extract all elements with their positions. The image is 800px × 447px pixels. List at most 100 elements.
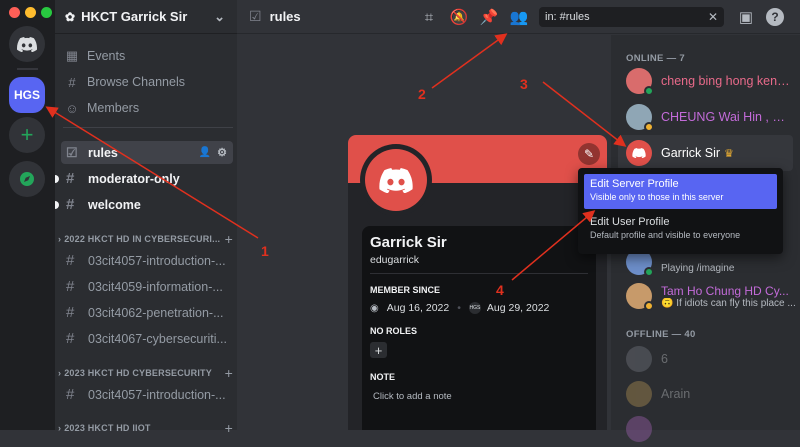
status-online-icon: [644, 86, 654, 96]
add-channel-icon[interactable]: +: [225, 231, 233, 247]
edit-profile-pencil-icon[interactable]: ✎: [578, 143, 600, 165]
server-icon-hgs[interactable]: HGS: [9, 77, 45, 113]
mute-bell-icon[interactable]: 🔕: [450, 8, 469, 26]
channel-label: 03cit4067-cybersecuriti...: [88, 331, 227, 346]
category-2023-cybersecurity[interactable]: › 2023 HKCT HD CYBERSECURITY +: [58, 365, 233, 381]
inbox-icon[interactable]: ▣: [737, 8, 755, 26]
avatar: [626, 381, 652, 407]
category-label: 2023 HKCT HD CYBERSECURITY: [64, 368, 212, 378]
zoom-window-button[interactable]: [41, 7, 52, 18]
direct-messages-button[interactable]: [9, 26, 45, 62]
channel-label: 03cit4059-information-...: [88, 279, 223, 294]
status-online-icon: [644, 267, 654, 277]
member-since-label: MEMBER SINCE: [370, 285, 441, 295]
server-header[interactable]: ✿ HKCT Garrick Sir ⌄: [55, 0, 237, 34]
add-channel-icon[interactable]: +: [225, 420, 233, 436]
member-row[interactable]: [618, 411, 793, 447]
rules-channel-icon: ☑: [66, 144, 78, 160]
member-row[interactable]: Arain: [618, 376, 793, 412]
close-window-button[interactable]: [9, 7, 20, 18]
member-list-icon[interactable]: 👥: [510, 8, 529, 26]
no-roles-label: NO ROLES: [370, 326, 418, 336]
help-icon[interactable]: ?: [766, 8, 784, 26]
add-server-button[interactable]: +: [9, 117, 45, 153]
channel-label: 03cit4062-penetration-...: [88, 305, 224, 320]
rail-divider: [17, 68, 38, 70]
search-query: in: #rules: [545, 11, 590, 23]
add-channel-icon[interactable]: +: [225, 365, 233, 381]
add-role-button[interactable]: +: [370, 342, 387, 358]
pinned-messages-icon[interactable]: 📌: [480, 8, 499, 26]
avatar: [626, 68, 654, 96]
chevron-down-icon: ›: [58, 368, 62, 378]
members-icon: ☺: [65, 100, 79, 116]
minimize-window-button[interactable]: [25, 7, 36, 18]
channel-item[interactable]: #03cit4057-introduction-...: [61, 249, 233, 272]
member-name: 6: [661, 352, 668, 366]
member-info: Tam Ho Chung HD Cy... 🙃 If idiots can fl…: [661, 284, 796, 309]
gear-icon[interactable]: ⚙: [217, 146, 227, 159]
discord-logo-icon: [632, 148, 646, 158]
server-icon-label: HGS: [13, 88, 40, 102]
channel-label: 03cit4057-introduction-...: [88, 387, 226, 402]
profile-display-name: Garrick Sir: [370, 234, 447, 251]
member-name: Garrick Sir: [661, 146, 721, 160]
hash-icon: #: [66, 278, 75, 295]
channel-item[interactable]: #03cit4057-introduction-...: [61, 383, 233, 406]
compass-icon: [20, 172, 34, 186]
clear-search-icon[interactable]: ✕: [708, 10, 718, 24]
channel-welcome[interactable]: # welcome: [61, 193, 233, 216]
profile-divider: [370, 273, 588, 274]
annotation-label-4: 4: [496, 282, 504, 298]
category-2022-cybersecurity[interactable]: › 2022 HKCT HD IN CYBERSECURI... +: [58, 231, 233, 247]
status-idle-icon: [644, 122, 654, 132]
channel-item[interactable]: #03cit4067-cybersecuriti...: [61, 327, 233, 350]
hash-icon: #: [66, 252, 75, 269]
edit-server-profile-item[interactable]: Edit Server Profile Visible only to thos…: [584, 174, 777, 209]
note-input[interactable]: Click to add a note: [373, 391, 452, 402]
member-status: If idiots can fly this place ...: [676, 297, 796, 309]
explore-servers-button[interactable]: [9, 161, 45, 197]
category-label: 2022 HKCT HD IN CYBERSECURI...: [64, 234, 221, 244]
member-row[interactable]: 6: [618, 341, 793, 377]
avatar: [626, 283, 654, 311]
server-rail: HGS +: [0, 0, 55, 430]
invite-icon[interactable]: 👤: [199, 147, 211, 158]
nav-members-label: Members: [87, 101, 140, 115]
profile-avatar[interactable]: [360, 144, 432, 216]
member-row-selected[interactable]: Garrick Sir ♛: [618, 135, 793, 171]
member-row[interactable]: Tam Ho Chung HD Cy... 🙃 If idiots can fl…: [618, 278, 796, 314]
discord-join-date: Aug 16, 2022: [386, 302, 450, 314]
channel-rules[interactable]: ☑ rules 👤 ⚙: [61, 141, 233, 164]
channel-label: moderator-only: [88, 171, 180, 186]
note-label: NOTE: [370, 372, 396, 382]
nav-browse-channels[interactable]: # Browse Channels: [63, 71, 233, 93]
threads-icon[interactable]: ⌗: [420, 8, 438, 26]
channel-label: rules: [88, 145, 118, 160]
channel-item[interactable]: #03cit4062-penetration-...: [61, 301, 233, 324]
member-row[interactable]: CHEUNG Wai Hin , HD...: [618, 99, 793, 135]
channel-item[interactable]: #03cit4059-information-...: [61, 275, 233, 298]
channel-title: rules: [269, 9, 301, 24]
member-row[interactable]: cheng bing hong kent,...: [618, 63, 793, 99]
channel-moderator-only[interactable]: # moderator-only: [61, 167, 233, 190]
member-name: CHEUNG Wai Hin , HD...: [661, 110, 793, 124]
member-name: Arain: [661, 387, 691, 401]
annotation-label-1: 1: [261, 243, 269, 259]
nav-browse-label: Browse Channels: [87, 75, 185, 89]
nav-events[interactable]: ▦ Events: [63, 45, 233, 67]
nav-events-label: Events: [87, 49, 126, 63]
search-input[interactable]: in: #rules ✕: [539, 7, 724, 27]
menu-item-subtitle: Default profile and visible to everyone: [590, 230, 741, 240]
server-name: HKCT Garrick Sir: [81, 9, 188, 24]
server-join-date: Aug 29, 2022: [486, 302, 550, 314]
channel-label: welcome: [88, 197, 141, 212]
category-2023-iiot[interactable]: › 2023 HKCT HD IIOT +: [58, 420, 233, 436]
menu-item-subtitle: Visible only to those in this server: [590, 192, 724, 202]
profile-username: edugarrick: [370, 254, 420, 266]
plus-icon: +: [20, 122, 34, 147]
edit-user-profile-item[interactable]: Edit User Profile Default profile and vi…: [584, 212, 777, 247]
crown-icon: ♛: [724, 147, 734, 160]
nav-members[interactable]: ☺ Members: [63, 97, 233, 119]
emoji-icon: 🙃: [661, 297, 677, 309]
